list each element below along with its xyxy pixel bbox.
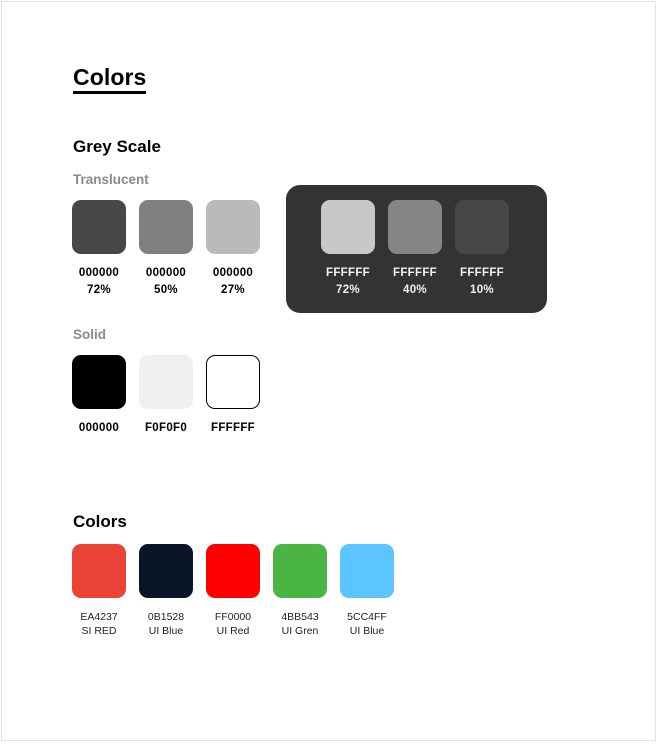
swatch-item[interactable]: FFFFFF: [206, 355, 260, 437]
swatch-item[interactable]: FFFFFF 40%: [388, 200, 442, 299]
swatch-item[interactable]: F0F0F0: [139, 355, 193, 437]
swatch-hex: FFFFFF: [393, 267, 437, 279]
color-swatch[interactable]: [139, 355, 193, 409]
solid-subheading: Solid: [73, 327, 106, 342]
dark-background-panel: FFFFFF 72% FFFFFF 40% FFFFFF 10%: [286, 185, 547, 313]
colors-heading: Colors: [73, 512, 127, 531]
swatch-opacity: 40%: [403, 284, 427, 296]
swatch-item[interactable]: 000000 27%: [206, 200, 260, 299]
swatch-hex: EA4237: [80, 611, 118, 623]
translucent-dark-swatches: FFFFFF 72% FFFFFF 40% FFFFFF 10%: [321, 200, 522, 299]
page-frame: Colors Grey Scale Translucent 000000 72%…: [1, 1, 656, 741]
color-swatch[interactable]: [321, 200, 375, 254]
color-swatch[interactable]: [340, 544, 394, 598]
color-swatch[interactable]: [139, 200, 193, 254]
swatch-name: UI Gren: [281, 625, 319, 637]
grey-scale-heading: Grey Scale: [73, 137, 161, 156]
swatch-item[interactable]: FF0000 UI Red: [206, 544, 260, 638]
swatch-item[interactable]: FFFFFF 10%: [455, 200, 509, 299]
swatch-opacity: 72%: [336, 284, 360, 296]
swatch-hex: FFFFFF: [211, 422, 255, 434]
swatch-opacity: 10%: [470, 284, 494, 296]
color-swatch[interactable]: [72, 544, 126, 598]
translucent-subheading: Translucent: [73, 172, 149, 187]
swatch-item[interactable]: 000000: [72, 355, 126, 437]
swatch-name: SI RED: [81, 625, 117, 637]
swatch-item[interactable]: 4BB543 UI Gren: [273, 544, 327, 638]
color-swatch[interactable]: [455, 200, 509, 254]
swatch-hex: FFFFFF: [460, 267, 504, 279]
swatch-hex: 000000: [145, 267, 187, 279]
color-swatch[interactable]: [72, 355, 126, 409]
swatch-hex: 5CC4FF: [347, 611, 387, 623]
swatch-hex: FFFFFF: [326, 267, 370, 279]
swatch-hex: 000000: [212, 267, 254, 279]
swatch-name: UI Red: [216, 625, 250, 637]
swatch-item[interactable]: 5CC4FF UI Blue: [340, 544, 394, 638]
swatch-name: UI Blue: [148, 625, 184, 637]
swatch-opacity: 27%: [221, 284, 245, 296]
swatch-opacity: 72%: [87, 284, 111, 296]
swatch-hex: FF0000: [214, 611, 252, 623]
swatch-hex: 4BB543: [281, 611, 319, 623]
color-swatch[interactable]: [206, 355, 260, 409]
color-swatch[interactable]: [72, 200, 126, 254]
swatch-item[interactable]: 000000 72%: [72, 200, 126, 299]
page-title: Colors: [73, 64, 147, 90]
solid-swatches: 000000 F0F0F0 FFFFFF: [72, 355, 273, 437]
title-underline: [73, 91, 146, 94]
swatch-hex: 0B1528: [147, 611, 185, 623]
color-swatch[interactable]: [206, 200, 260, 254]
swatch-opacity: 50%: [154, 284, 178, 296]
color-swatch[interactable]: [139, 544, 193, 598]
swatch-item[interactable]: 0B1528 UI Blue: [139, 544, 193, 638]
translucent-light-swatches: 000000 72% 000000 50% 000000 27%: [72, 200, 273, 299]
swatch-item[interactable]: EA4237 SI RED: [72, 544, 126, 638]
color-swatch[interactable]: [206, 544, 260, 598]
swatch-item[interactable]: FFFFFF 72%: [321, 200, 375, 299]
swatch-hex: 000000: [78, 267, 120, 279]
swatch-name: UI Blue: [349, 625, 385, 637]
swatch-hex: 000000: [78, 422, 120, 434]
brand-color-swatches: EA4237 SI RED 0B1528 UI Blue FF0000 UI R…: [72, 544, 407, 638]
color-swatch[interactable]: [388, 200, 442, 254]
swatch-item[interactable]: 000000 50%: [139, 200, 193, 299]
swatch-hex: F0F0F0: [144, 422, 188, 434]
color-swatch[interactable]: [273, 544, 327, 598]
